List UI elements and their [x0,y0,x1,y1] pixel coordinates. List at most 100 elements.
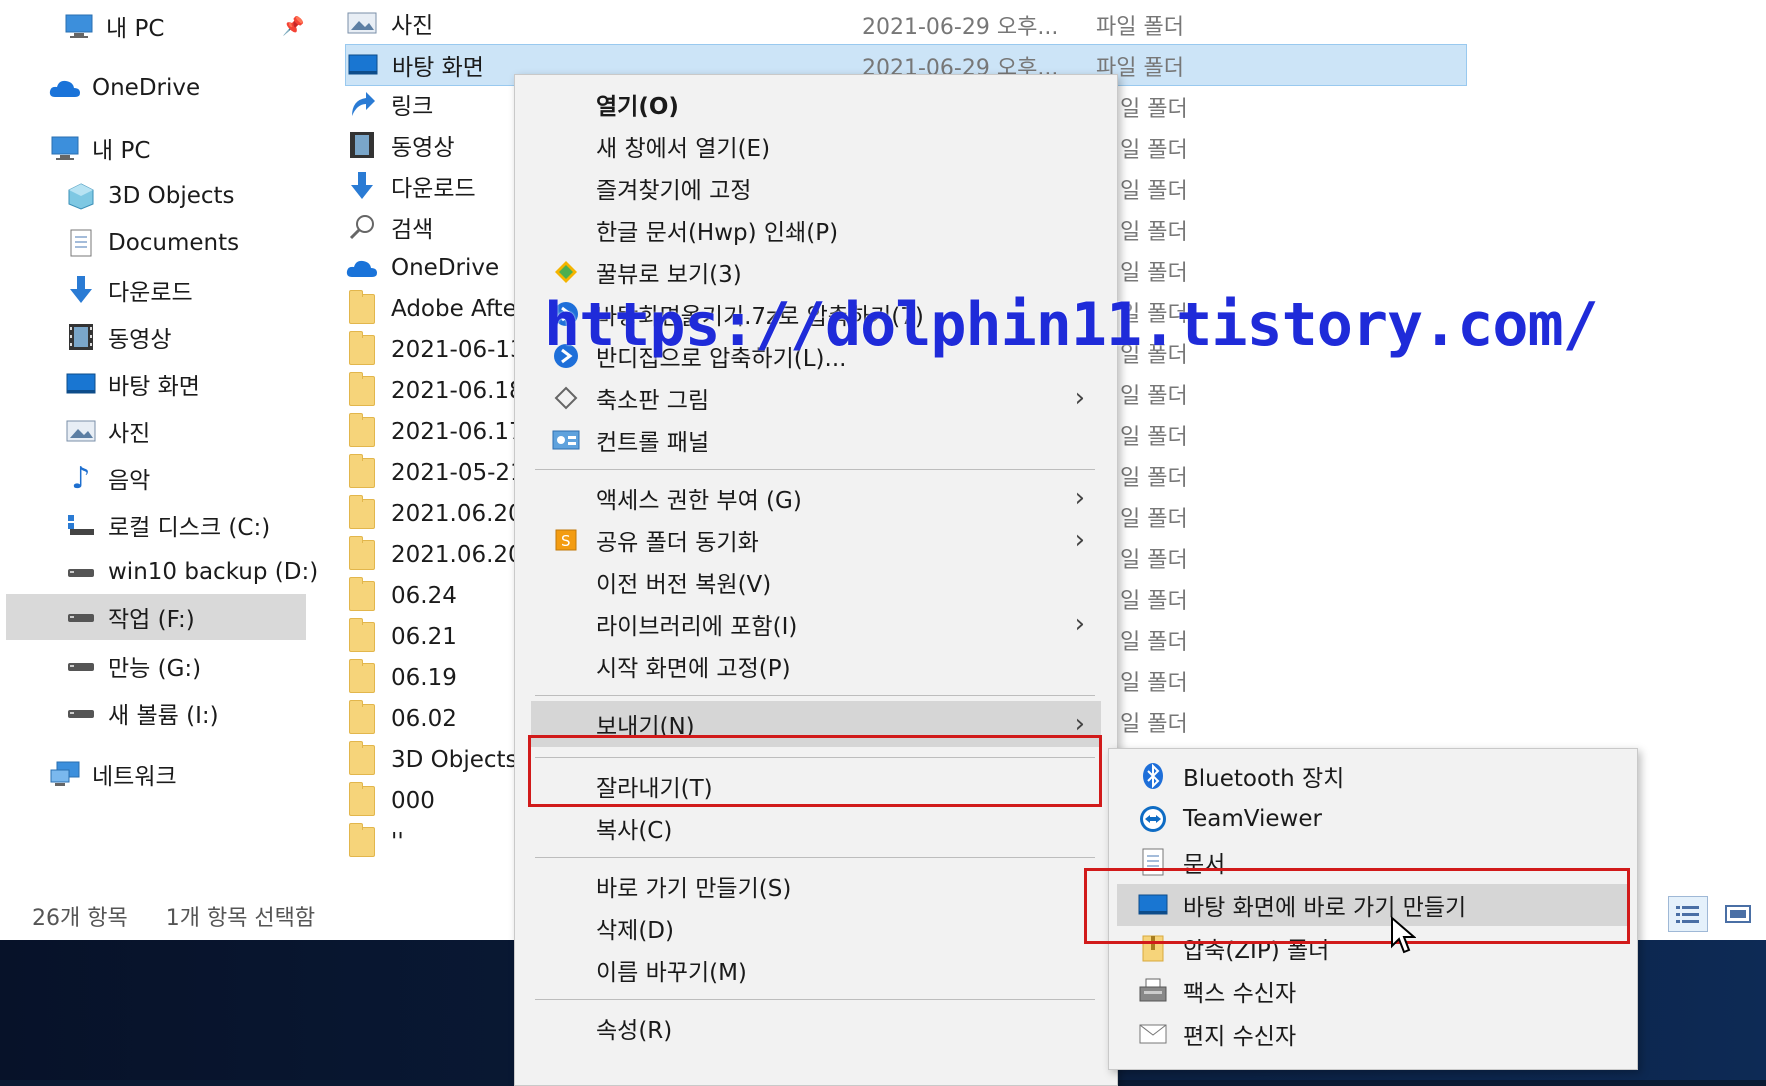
file-name: 2021.06.20 [391,501,523,527]
nav-item-drive-f[interactable]: 작업 (F:) [6,594,306,640]
nav-item-3d-objects[interactable]: 3D Objects [64,176,235,216]
file-type: 일 폴더 [1120,630,1188,655]
menu-separator [535,695,1095,696]
nav-item-this-pc[interactable]: 내 PC [48,128,150,168]
svg-text:S: S [561,532,571,550]
nav-item-label: 동영상 [108,327,172,353]
nav-item-onedrive[interactable]: OneDrive [48,68,200,108]
menu-item-control-panel[interactable]: 컨트롤 패널 [531,419,1101,461]
desktop-icon [64,369,98,399]
folder-icon [345,495,379,529]
item-count: 26개 항목 [32,906,128,931]
nav-item-desktop[interactable]: 바탕 화면 [64,364,200,404]
watermark-url: https://dolphin11.tistory.com/ [544,290,1599,360]
list-item[interactable]: 2021-06.17 [345,412,524,452]
menu-item-honeyview[interactable]: 꿀뷰로 보기(3) [531,251,1101,293]
menu-item-open-new-window[interactable]: 새 창에서 열기(E) [531,125,1101,167]
chevron-right-icon: › [1074,525,1085,555]
nav-item-label: 새 볼륨 (I:) [108,703,219,729]
computer-icon [62,11,96,41]
nav-item-this-pc-pinned[interactable]: 내 PC 📌 [62,6,304,46]
nav-item-pictures[interactable]: 사진 [64,411,150,451]
menu-item-open[interactable]: 열기(O) [531,83,1101,125]
nav-item-label: OneDrive [92,75,201,101]
menu-item-delete[interactable]: 삭제(D) [531,907,1101,949]
list-item[interactable]: 2021-06-13 [345,330,525,370]
file-type: 일 폴더 [1120,671,1188,696]
nav-item-drive-d[interactable]: win10 backup (D:) [64,552,318,592]
menu-separator [535,469,1095,470]
list-item[interactable]: 2021-06.18 [345,371,524,411]
details-view-button[interactable] [1668,896,1708,932]
submenu-item-teamviewer[interactable]: TeamViewer [1117,798,1629,840]
nav-item-music[interactable]: ♪ 음악 [64,458,150,498]
list-item[interactable]: 06.19 [345,658,457,698]
file-name: 2021.06.20 [391,542,523,568]
nav-item-drive-g[interactable]: 만능 (G:) [64,646,201,686]
nav-item-downloads[interactable]: 다운로드 [64,270,193,310]
list-item[interactable]: 3D Objects [345,740,518,780]
status-bar: 26개 항목 1개 항목 선택함 [32,900,315,932]
list-item[interactable]: 사진 [345,3,433,43]
file-name: OneDrive [391,255,500,281]
nav-item-network[interactable]: 네트워크 [48,754,177,794]
menu-item-sync-folder[interactable]: S 공유 폴더 동기화 › [531,519,1101,561]
list-item[interactable]: 2021-05-21 [345,453,525,493]
file-type: 일 폴더 [1120,712,1188,737]
bluetooth-icon [1137,761,1169,791]
file-name: 2021-05-21 [391,460,525,486]
file-name: 동영상 [391,135,455,161]
menu-item-hwp-print[interactable]: 한글 문서(Hwp) 인쇄(P) [531,209,1101,251]
menu-item-create-shortcut[interactable]: 바로 가기 만들기(S) [531,865,1101,907]
onedrive-icon [345,253,379,283]
list-item[interactable]: 06.24 [345,576,457,616]
chevron-right-icon: › [1074,383,1085,413]
nav-item-documents[interactable]: Documents [64,223,239,263]
thumbnail-icon [551,383,581,413]
menu-item-pin-quick-access[interactable]: 즐겨찾기에 고정 [531,167,1101,209]
menu-item-restore-versions[interactable]: 이전 버전 복원(V) [531,561,1101,603]
nav-item-label: 작업 (F:) [108,607,195,633]
menu-item-pin-start[interactable]: 시작 화면에 고정(P) [531,645,1101,687]
list-item[interactable]: 06.02 [345,699,457,739]
file-type: 일 폴더 [1120,179,1188,204]
list-item[interactable]: 다운로드 [345,166,476,206]
folder-icon [345,577,379,611]
submenu-item-bluetooth[interactable]: Bluetooth 장치 [1117,755,1629,797]
folder-icon [345,413,379,447]
nav-item-label: 만능 (G:) [108,656,202,682]
list-item[interactable]: 2021.06.20 [345,494,523,534]
file-type: 일 폴더 [1120,466,1188,491]
list-item[interactable]: Adobe Afte [345,289,517,329]
mouse-pointer-icon [1390,915,1417,960]
search-icon [345,212,379,242]
list-item[interactable]: OneDrive [345,248,499,288]
file-name: 3D Objects [391,747,518,773]
list-item[interactable]: '' [345,822,404,862]
folder-icon [345,331,379,365]
menu-item-rename[interactable]: 이름 바꾸기(M) [531,949,1101,991]
menu-item-copy[interactable]: 복사(C) [531,807,1101,849]
navigation-pane: 내 PC 📌 OneDrive 내 PC 3D Objects Document… [0,0,318,880]
large-icons-view-button[interactable] [1718,896,1758,932]
submenu-item-fax[interactable]: 팩스 수신자 [1117,970,1629,1012]
list-item[interactable]: 링크 [345,84,433,124]
menu-item-thumbnail[interactable]: 축소판 그림 › [531,377,1101,419]
list-item[interactable]: 000 [345,781,435,821]
nav-item-local-disk-c[interactable]: 로컬 디스크 (C:) [64,505,270,545]
list-item[interactable]: 검색 [345,207,433,247]
menu-item-include-library[interactable]: 라이브러리에 포함(I) › [531,603,1101,645]
submenu-item-mail[interactable]: 편지 수신자 [1117,1013,1629,1055]
pin-icon: 📌 [282,16,305,37]
nav-item-drive-i[interactable]: 새 볼륨 (I:) [64,693,219,733]
menu-item-properties[interactable]: 속성(R) [531,1007,1101,1049]
list-item[interactable]: 동영상 [345,125,454,165]
file-name: 06.02 [391,706,457,732]
nav-item-videos[interactable]: 동영상 [64,317,171,357]
menu-separator [535,857,1095,858]
chevron-right-icon: › [1074,609,1085,639]
menu-item-give-access[interactable]: 액세스 권한 부여 (G) › [531,477,1101,519]
documents-icon [64,228,98,258]
list-item[interactable]: 06.21 [345,617,457,657]
list-item[interactable]: 2021.06.20 [345,535,523,575]
